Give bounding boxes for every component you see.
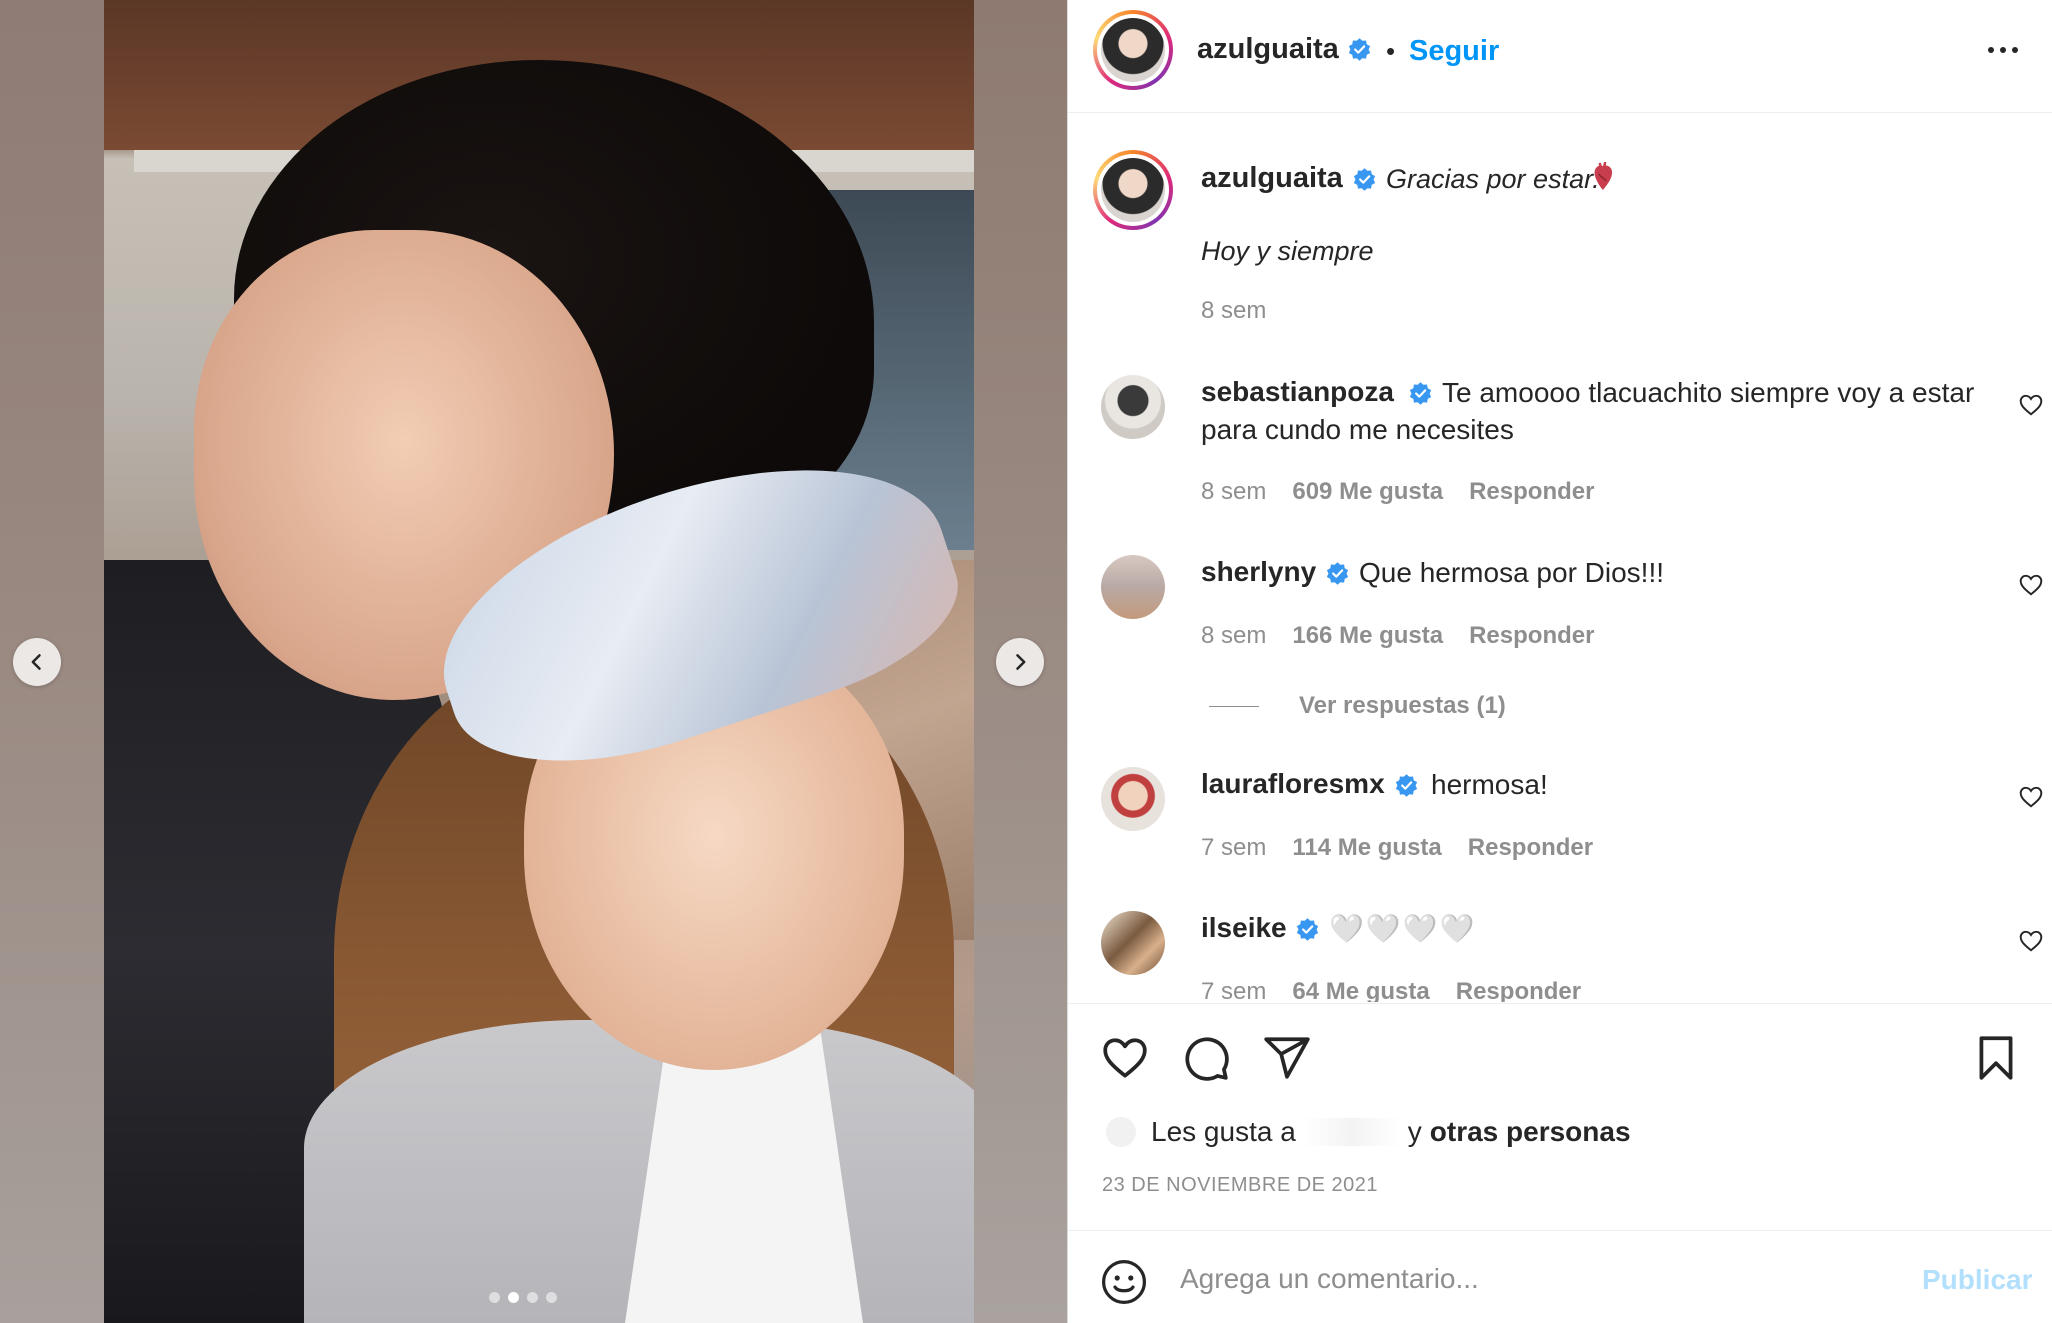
likes-middle: y [1407, 1116, 1422, 1147]
verified-badge-icon [1395, 774, 1418, 797]
carousel-dot-active [508, 1292, 519, 1303]
comment-timestamp: 7 sem [1201, 978, 1267, 1002]
likes-others[interactable]: otras personas [1430, 1116, 1631, 1148]
comment-meta: 7 sem 64 Me gusta Responder [1201, 978, 1581, 1002]
carousel-dot [527, 1292, 538, 1303]
carousel-indicator [489, 1292, 557, 1303]
comment-heart-icon[interactable] [2018, 572, 2044, 598]
comment-heart-icon[interactable] [2018, 392, 2044, 418]
post-media [0, 0, 1067, 1323]
comment-username[interactable]: ilseike [1201, 912, 1287, 944]
comment-text: Que hermosa por Dios!!! [1359, 557, 1665, 588]
carousel-next-button[interactable] [996, 638, 1044, 686]
caption-username[interactable]: azulguaita [1201, 162, 1343, 195]
comment-avatar[interactable] [1101, 911, 1165, 975]
liker-avatar [1106, 1117, 1136, 1147]
comment-heart-icon[interactable] [2018, 784, 2044, 810]
post-photo [104, 0, 974, 1323]
carousel-dot [546, 1292, 557, 1303]
liker-username-redacted [1301, 1118, 1402, 1146]
comment-input[interactable] [1180, 1255, 1880, 1303]
comment-like-count[interactable]: 166 Me gusta [1292, 622, 1443, 650]
comments-section[interactable]: azulguaita Gracias por estar. Hoy y siem… [1068, 114, 2052, 1002]
post-header: azulguaita • Seguir [1068, 0, 2052, 113]
verified-badge-icon [1326, 562, 1349, 585]
comment-text: hermosa! [1431, 769, 1548, 800]
comment-meta: 8 sem 609 Me gusta Responder [1201, 478, 1594, 506]
comment-username[interactable]: sherlyny [1201, 556, 1316, 588]
emoji-icon[interactable] [1100, 1258, 1148, 1306]
comment-like-count[interactable]: 114 Me gusta [1292, 834, 1441, 862]
author-username[interactable]: azulguaita [1197, 33, 1339, 66]
caption-text-line2: Hoy y siempre [1201, 236, 1374, 266]
comment-like-count[interactable]: 64 Me gusta [1292, 978, 1429, 1002]
verified-badge-icon [1296, 918, 1319, 941]
likes-summary[interactable]: Les gusta a y otras personas [1106, 1116, 1631, 1148]
reply-button[interactable]: Responder [1469, 622, 1594, 650]
comment-avatar[interactable] [1101, 555, 1165, 619]
reply-button[interactable]: Responder [1456, 978, 1581, 1002]
comment-icon[interactable] [1181, 1033, 1231, 1083]
share-icon[interactable] [1262, 1033, 1312, 1083]
likes-prefix: Les gusta a [1151, 1116, 1296, 1147]
comment-timestamp: 8 sem [1201, 478, 1267, 505]
chevron-left-icon [31, 654, 41, 670]
reply-button[interactable]: Responder [1469, 478, 1594, 506]
comment-timestamp: 7 sem [1201, 834, 1267, 861]
comment-meta: 7 sem 114 Me gusta Responder [1201, 834, 1593, 862]
comment-timestamp: 8 sem [1201, 622, 1267, 649]
heart-icon[interactable] [1100, 1033, 1150, 1083]
more-options-icon[interactable] [1988, 38, 2028, 62]
caption-timestamp: 8 sem [1201, 297, 1267, 324]
author-avatar[interactable] [1093, 10, 1173, 90]
verified-badge-icon [1348, 38, 1371, 61]
view-replies-button[interactable]: Ver respuestas (1) [1209, 692, 1506, 720]
comment-like-count[interactable]: 609 Me gusta [1292, 478, 1443, 506]
carousel-prev-button[interactable] [13, 638, 61, 686]
separator-dot: • [1386, 36, 1396, 66]
follow-button[interactable]: Seguir [1409, 35, 1499, 68]
add-comment-bar: Publicar [1068, 1230, 2052, 1323]
caption-avatar[interactable] [1093, 150, 1173, 230]
post-actions: Les gusta a y otras personas 23 DE NOVIE… [1068, 1003, 2052, 1233]
chevron-right-icon [1016, 654, 1026, 670]
comment-text: 🤍🤍🤍🤍 [1329, 913, 1477, 944]
bookmark-icon[interactable] [1971, 1033, 2021, 1083]
comment-avatar[interactable] [1101, 767, 1165, 831]
comment-heart-icon[interactable] [2018, 928, 2044, 954]
publish-button[interactable]: Publicar [1922, 1264, 2032, 1296]
verified-badge-icon [1353, 168, 1376, 191]
carousel-dot [489, 1292, 500, 1303]
view-replies-label[interactable]: Ver respuestas (1) [1299, 692, 1506, 720]
comment-avatar[interactable] [1101, 375, 1165, 439]
comment-username[interactable]: laurafloresmx [1201, 768, 1385, 800]
caption-text: Gracias por estar. [1386, 164, 1600, 194]
anatomical-heart-emoji-icon [1594, 162, 1613, 190]
post-date: 23 DE NOVIEMBRE DE 2021 [1102, 1174, 1379, 1196]
reply-button[interactable]: Responder [1468, 834, 1593, 862]
comment-meta: 8 sem 166 Me gusta Responder [1201, 622, 1594, 650]
post-sidebar: azulguaita • Seguir azulguaita Gracias p… [1067, 0, 2052, 1323]
comment-text: Te amoooo tlacuachito siempre voy a esta… [1201, 377, 1975, 445]
